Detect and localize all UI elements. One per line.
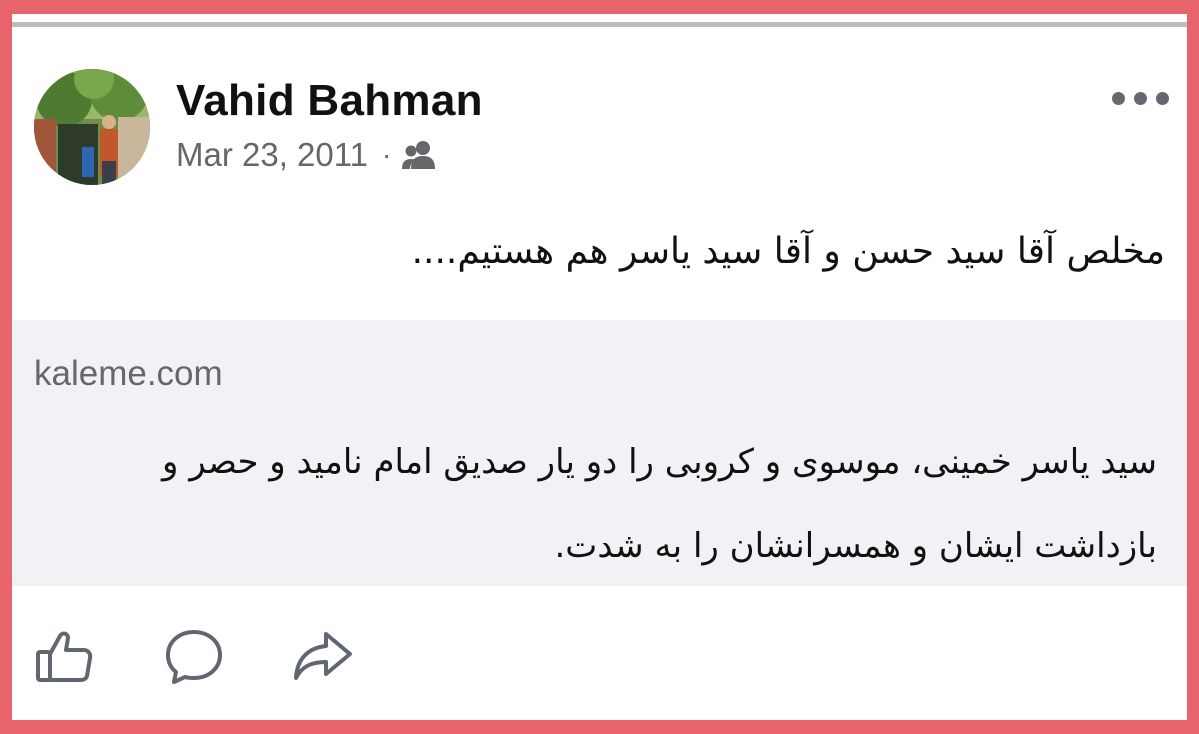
- post-header: Vahid Bahman Mar 23, 2011 ·: [12, 54, 1187, 204]
- post-text: مخلص آقا سید حسن و آقا سید یاسر هم هستیم…: [411, 231, 1165, 272]
- post-meta: Mar 23, 2011 ·: [176, 136, 437, 174]
- friends-icon[interactable]: [401, 139, 437, 171]
- more-dot: [1112, 92, 1125, 105]
- more-dot: [1134, 92, 1147, 105]
- comment-icon[interactable]: [162, 624, 226, 688]
- link-domain: kaleme.com: [34, 354, 223, 393]
- post-actions: [12, 614, 1187, 694]
- avatar-photo: [34, 69, 150, 185]
- post-card: Vahid Bahman Mar 23, 2011 · مخلص آقا سید…: [12, 14, 1187, 720]
- more-options-icon[interactable]: [1112, 92, 1169, 105]
- share-icon[interactable]: [290, 624, 354, 688]
- link-preview[interactable]: kaleme.com سید یاسر خمینی، موسوی و کروبی…: [12, 320, 1187, 586]
- post-date[interactable]: Mar 23, 2011: [176, 136, 368, 174]
- meta-separator: ·: [382, 139, 392, 170]
- link-title: سید یاسر خمینی، موسوی و کروبی را دو یار …: [161, 442, 1157, 566]
- more-dot: [1156, 92, 1169, 105]
- like-icon[interactable]: [32, 624, 96, 688]
- avatar[interactable]: [34, 69, 150, 185]
- author-name[interactable]: Vahid Bahman: [176, 76, 483, 126]
- top-divider: [12, 22, 1187, 27]
